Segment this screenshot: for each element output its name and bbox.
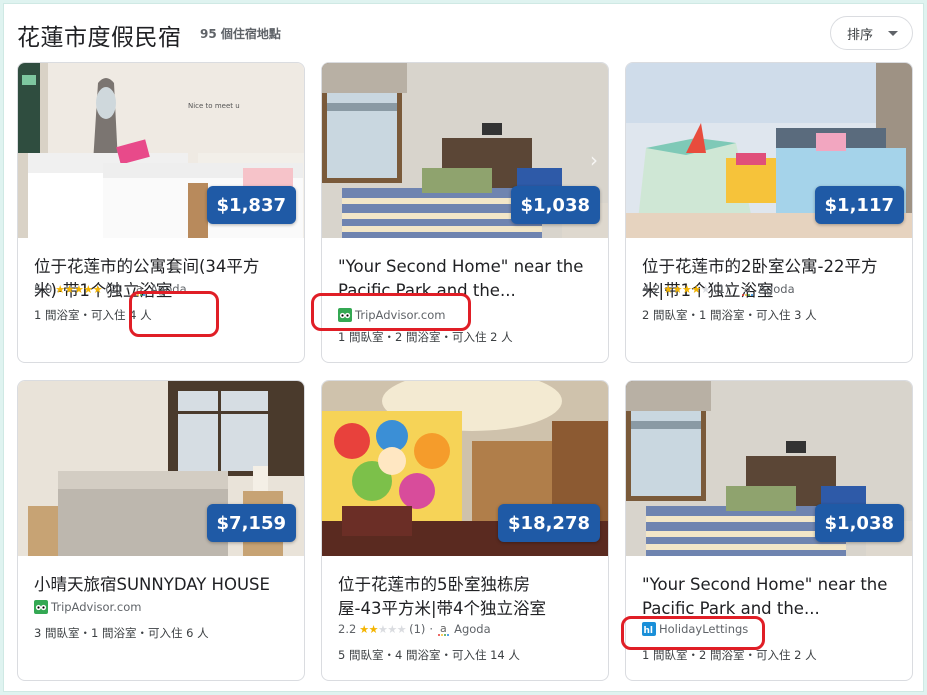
source-name[interactable]: TripAdvisor.com <box>355 308 445 322</box>
source-name[interactable]: Agoda <box>454 622 491 636</box>
price-badge: $1,038 <box>510 186 600 224</box>
result-count: 95 個住宿地點 <box>200 27 281 41</box>
listing-title[interactable]: 小晴天旅宿SUNNYDAY HOUSE <box>34 573 292 597</box>
price-badge: $18,278 <box>498 504 600 542</box>
results-header: 花蓮市度假民宿 95 個住宿地點 排序 <box>17 16 913 51</box>
listing-card[interactable]: $18,278 位于花莲市的5卧室独栋房 屋-43平方米|带4个独立浴室 2.2… <box>321 380 609 681</box>
price-badge: $1,837 <box>206 186 296 224</box>
listing-card[interactable]: Nice to meet u $1,837 位于花莲市的公寓套间(34平方 米)… <box>17 62 305 363</box>
rating-value: 5.0 <box>34 282 53 296</box>
rating-value: 2.2 <box>338 622 357 636</box>
results-panel: 花蓮市度假民宿 95 個住宿地點 排序 Nice to meet u $1,83… <box>3 3 924 692</box>
source-row: TripAdvisor.com <box>34 599 141 615</box>
agoda-icon: a <box>437 622 451 636</box>
chevron-right-icon[interactable]: › <box>590 148 598 172</box>
rating-value: 4.2 <box>642 282 661 296</box>
separator: · <box>733 282 738 296</box>
source-name[interactable]: HolidayLettings <box>659 622 748 636</box>
price-badge: $7,159 <box>206 504 296 542</box>
listing-photo[interactable]: $1,117 <box>626 63 912 238</box>
star-rating-icon: ★★★★★ <box>55 282 103 296</box>
tripadvisor-icon <box>34 600 48 614</box>
star-rating-icon: ★★★★★ <box>359 622 407 636</box>
listing-title[interactable]: 位于花莲市的5卧室独栋房 屋-43平方米|带4个独立浴室 <box>338 573 596 621</box>
price-badge: $1,038 <box>814 504 904 542</box>
caret-down-icon <box>888 31 898 36</box>
amenities: 1 間臥室・2 間浴室・可入住 2 人 <box>338 330 513 344</box>
listing-photo[interactable]: $7,159 <box>18 381 304 556</box>
amenities: 1 間浴室・可入住 4 人 <box>34 308 152 322</box>
listing-photo[interactable]: Nice to meet u $1,837 <box>18 63 304 238</box>
price-badge: $1,117 <box>814 186 904 224</box>
review-count: (2) <box>105 282 122 296</box>
rating-row: 5.0 ★★★★★ (2) · a Agoda <box>34 281 187 297</box>
source-row: hl HolidayLettings <box>642 621 748 637</box>
listing-title[interactable]: "Your Second Home" near the Pacific Park… <box>338 255 596 303</box>
svg-text:a: a <box>744 282 751 295</box>
listing-card[interactable]: $1,117 位于花莲市的2卧室公寓-22平方 米|带1个独立浴室 4.2 ★★… <box>625 62 913 363</box>
svg-text:a: a <box>136 282 143 295</box>
source-name[interactable]: TripAdvisor.com <box>51 600 141 614</box>
svg-text:Nice to meet u: Nice to meet u <box>188 102 240 110</box>
amenities: 2 間臥室・1 間浴室・可入住 3 人 <box>642 308 817 322</box>
star-rating-icon: ★★★★★ <box>663 282 711 296</box>
agoda-icon: a <box>133 282 147 296</box>
review-count: (1) <box>713 282 730 296</box>
page-title: 花蓮市度假民宿 <box>17 25 182 51</box>
listing-photo[interactable]: $1,038 <box>626 381 912 556</box>
listing-photo[interactable]: › $1,038 <box>322 63 608 238</box>
svg-text:hl: hl <box>644 626 654 636</box>
sort-button[interactable]: 排序 <box>830 16 913 50</box>
review-count: (1) <box>409 622 426 636</box>
listing-card[interactable]: › $1,038 "Your Second Home" near the Pac… <box>321 62 609 363</box>
source-row: TripAdvisor.com <box>338 307 445 323</box>
separator: · <box>125 282 130 296</box>
separator: · <box>429 622 434 636</box>
rating-row: 2.2 ★★★★★ (1) · a Agoda <box>338 621 491 637</box>
sort-label: 排序 <box>847 27 874 43</box>
svg-text:a: a <box>440 622 447 635</box>
amenities: 1 間臥室・2 間浴室・可入住 2 人 <box>642 648 817 662</box>
source-name[interactable]: Agoda <box>150 282 187 296</box>
tripadvisor-icon <box>338 308 352 322</box>
listing-card[interactable]: $1,038 "Your Second Home" near the Pacif… <box>625 380 913 681</box>
amenities: 3 間臥室・1 間浴室・可入住 6 人 <box>34 626 209 640</box>
listing-title[interactable]: "Your Second Home" near the Pacific Park… <box>642 573 900 621</box>
listing-photo[interactable]: $18,278 <box>322 381 608 556</box>
amenities: 5 間臥室・4 間浴室・可入住 14 人 <box>338 648 520 662</box>
agoda-icon: a <box>741 282 755 296</box>
rating-row: 4.2 ★★★★★ (1) · a Agoda <box>642 281 795 297</box>
holidaylettings-icon: hl <box>642 622 656 636</box>
listing-card[interactable]: $7,159 小晴天旅宿SUNNYDAY HOUSE TripAdvisor.c… <box>17 380 305 681</box>
source-name[interactable]: Agoda <box>758 282 795 296</box>
